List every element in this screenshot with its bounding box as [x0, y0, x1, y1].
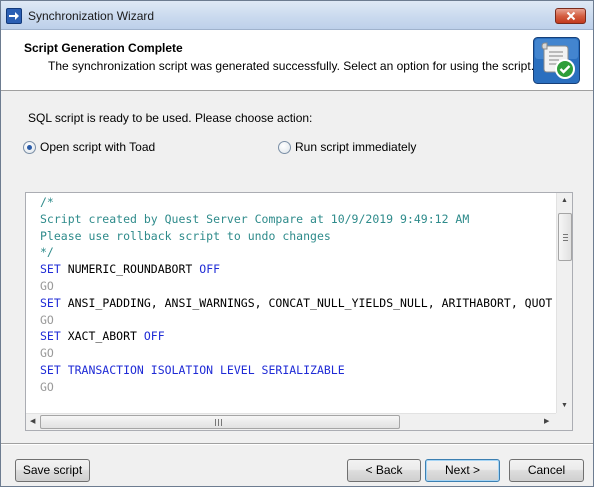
- script-token: OFF: [143, 329, 165, 344]
- script-token: GO: [40, 346, 54, 361]
- info-label: SQL script is ready to be used. Please c…: [28, 111, 313, 125]
- option-label-open-with-toad: Open script with Toad: [40, 140, 156, 154]
- script-token: Script created by Quest Server Compare a…: [40, 211, 470, 226]
- script-token: ANSI_PADDING, ANSI_WARNINGS, CONCAT_NULL…: [60, 295, 553, 310]
- radio-open-with-toad[interactable]: [23, 140, 36, 154]
- wizard-header: Script Generation Complete The synchroni…: [1, 30, 593, 91]
- script-token: XACT_ABORT: [60, 329, 144, 344]
- script-line: /*: [40, 194, 557, 211]
- title-bar[interactable]: Synchronization Wizard: [1, 1, 593, 30]
- script-token: Please use rollback script to undo chang…: [40, 228, 331, 243]
- window-title: Synchronization Wizard: [28, 9, 155, 23]
- script-token: SET: [40, 329, 61, 344]
- scrollbar-corner: [556, 413, 572, 430]
- script-line: Script created by Quest Server Compare a…: [40, 211, 557, 228]
- script-token: /*: [40, 195, 54, 209]
- script-line: GO: [40, 278, 557, 295]
- script-editor[interactable]: /* Script created by Quest Server Compare…: [25, 192, 573, 431]
- script-token: GO: [40, 312, 54, 327]
- scroll-left-icon[interactable]: ◀: [30, 418, 35, 425]
- radio-run-immediately[interactable]: [278, 140, 291, 154]
- script-text[interactable]: /* Script created by Quest Server Compare…: [26, 193, 557, 413]
- script-token: GO: [40, 379, 54, 394]
- script-token: */: [40, 245, 54, 260]
- footer-separator: [1, 443, 593, 445]
- script-token: NUMERIC_ROUNDABORT: [60, 262, 200, 277]
- save-script-button[interactable]: Save script: [15, 459, 90, 482]
- back-button[interactable]: < Back: [347, 459, 421, 482]
- horizontal-scroll-thumb[interactable]: [40, 415, 400, 429]
- script-line: GO: [40, 345, 557, 362]
- wizard-app-icon: [6, 8, 22, 24]
- script-line: SET TRANSACTION ISOLATION LEVEL SERIALIZ…: [40, 362, 557, 379]
- header-title: Script Generation Complete: [24, 41, 183, 55]
- option-run-immediately[interactable]: Run script immediately: [278, 140, 416, 154]
- horizontal-scrollbar[interactable]: ◀ ▶: [26, 413, 557, 430]
- vertical-scroll-thumb[interactable]: [558, 213, 572, 261]
- header-description: The synchronization script was generated…: [48, 59, 535, 73]
- vertical-scrollbar[interactable]: ▲ ▼: [556, 193, 572, 414]
- close-button[interactable]: [555, 8, 586, 24]
- script-line: SET XACT_ABORT OFF: [40, 328, 557, 345]
- close-icon: [566, 11, 575, 21]
- script-token: SET: [40, 262, 61, 277]
- script-token: GO: [40, 278, 54, 293]
- script-line: GO: [40, 379, 557, 396]
- script-line: SET ANSI_PADDING, ANSI_WARNINGS, CONCAT_…: [40, 295, 557, 312]
- synchronization-wizard-window: Synchronization Wizard Script Generation…: [0, 0, 594, 487]
- script-token: SET TRANSACTION ISOLATION LEVEL SERIALIZ…: [40, 362, 345, 377]
- option-label-run-immediately: Run script immediately: [295, 140, 417, 154]
- cancel-button[interactable]: Cancel: [509, 459, 584, 482]
- scroll-down-icon[interactable]: ▼: [561, 402, 568, 409]
- script-line: Please use rollback script to undo chang…: [40, 228, 557, 245]
- script-token: SET: [40, 295, 61, 310]
- script-token: OFF: [199, 262, 221, 277]
- scroll-right-icon[interactable]: ▶: [544, 418, 549, 425]
- script-line: */: [40, 244, 557, 261]
- scroll-up-icon[interactable]: ▲: [561, 197, 568, 204]
- option-open-with-toad[interactable]: Open script with Toad: [23, 140, 155, 154]
- script-check-icon: [533, 37, 580, 84]
- next-button[interactable]: Next >: [425, 459, 500, 482]
- script-line: SET NUMERIC_ROUNDABORT OFF: [40, 261, 557, 278]
- script-line: GO: [40, 312, 557, 329]
